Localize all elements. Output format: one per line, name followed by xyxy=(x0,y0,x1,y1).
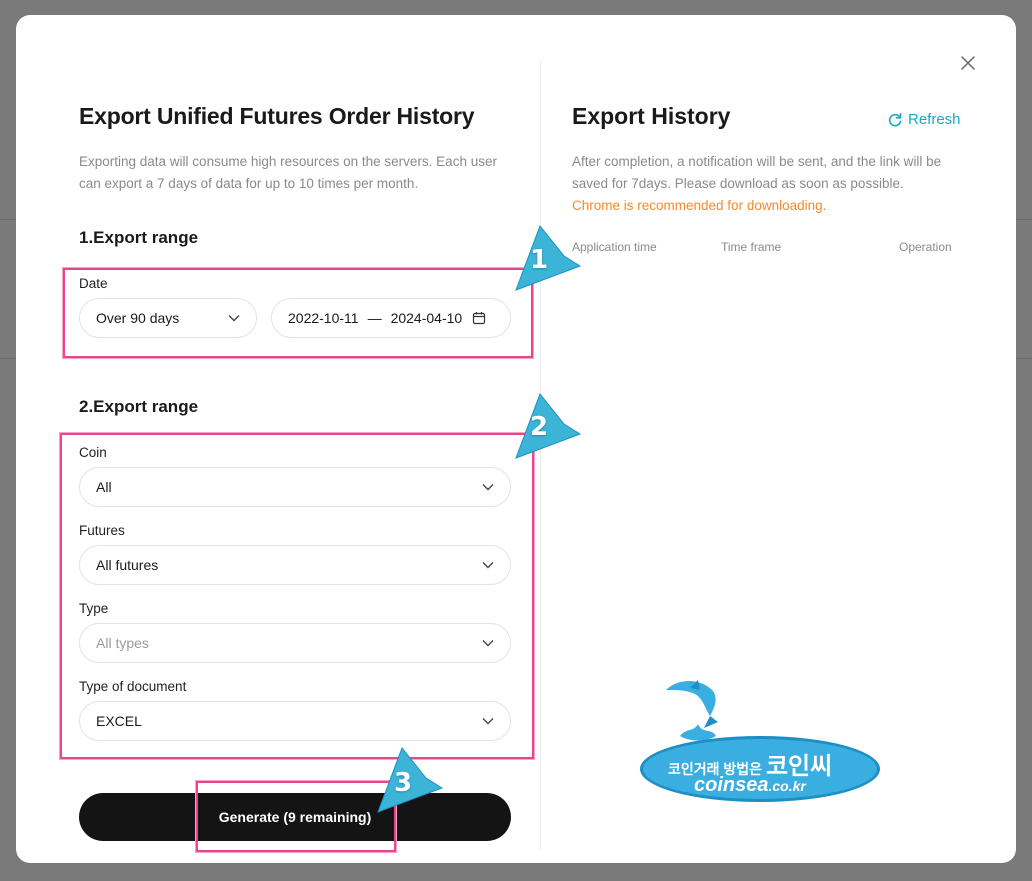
refresh-icon xyxy=(888,112,902,126)
export-history-description: After completion, a notification will be… xyxy=(572,151,952,217)
history-note: After completion, a notification will be… xyxy=(572,154,942,191)
page-title: Export Unified Futures Order History xyxy=(79,103,475,129)
callout-number-1: 1 xyxy=(530,245,549,275)
export-description: Exporting data will consume high resourc… xyxy=(79,154,497,191)
watermark-english: coinsea.co.kr xyxy=(694,774,806,796)
refresh-button[interactable]: Refresh xyxy=(887,111,961,128)
section-title-export-range-2: 2.Export range xyxy=(79,397,199,416)
export-history-title: Export History xyxy=(572,103,731,129)
close-icon[interactable] xyxy=(958,53,978,73)
refresh-label: Refresh xyxy=(908,111,961,128)
chrome-recommendation: Chrome is recommended for downloading. xyxy=(572,198,827,213)
callout-number-2: 2 xyxy=(530,412,549,442)
section-title-export-range-1: 1.Export range xyxy=(79,228,199,247)
annotation-box-3 xyxy=(196,781,396,852)
annotation-box-1 xyxy=(63,268,533,358)
column-header-time-frame: Time frame xyxy=(721,240,782,254)
callout-number-3: 3 xyxy=(394,768,413,798)
annotation-box-2 xyxy=(60,433,534,759)
column-header-operation: Operation xyxy=(899,240,952,254)
coinsea-watermark: 코인거래 방법은 코인씨 coinsea.co.kr xyxy=(640,676,890,816)
column-header-application-time: Application time xyxy=(572,240,657,254)
dolphin-icon xyxy=(666,680,718,741)
